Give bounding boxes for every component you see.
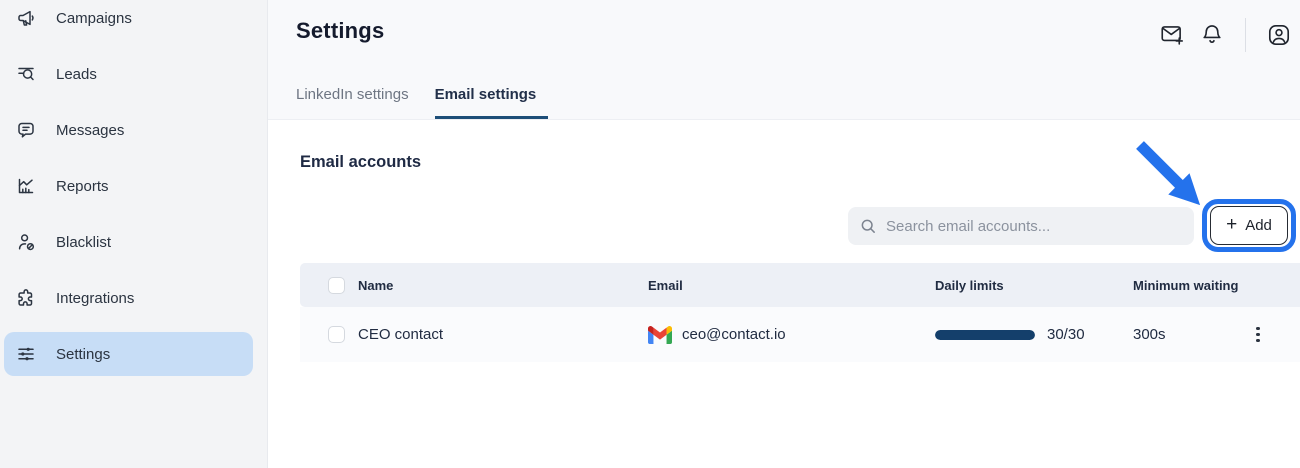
sidebar-item-messages[interactable]: Messages bbox=[4, 108, 253, 152]
notifications-bell-icon[interactable] bbox=[1199, 22, 1225, 48]
section-title: Email accounts bbox=[300, 153, 421, 172]
sidebar-item-reports[interactable]: Reports bbox=[4, 164, 253, 208]
table-header-row: Name Email Daily limits Minimum waiting bbox=[300, 263, 1300, 307]
search-input[interactable] bbox=[886, 218, 1182, 235]
sidebar-item-leads[interactable]: Leads bbox=[4, 52, 253, 96]
add-button-label: Add bbox=[1245, 217, 1272, 234]
search-box bbox=[848, 207, 1194, 245]
sidebar-item-label: Blacklist bbox=[56, 234, 111, 251]
gmail-icon bbox=[648, 326, 672, 344]
header-divider bbox=[1245, 18, 1246, 52]
email-accounts-table: Name Email Daily limits Minimum waiting … bbox=[300, 263, 1300, 362]
sidebar: Campaigns Leads Messages bbox=[0, 0, 268, 468]
sidebar-item-blacklist[interactable]: Blacklist bbox=[4, 220, 253, 264]
sidebar-item-settings[interactable]: Settings bbox=[4, 332, 253, 376]
add-email-account-button[interactable]: + Add bbox=[1210, 206, 1288, 245]
sidebar-item-integrations[interactable]: Integrations bbox=[4, 276, 253, 320]
leads-search-icon bbox=[16, 64, 36, 84]
row-menu-kebab-icon[interactable] bbox=[1249, 327, 1267, 342]
account-name: CEO contact bbox=[358, 326, 648, 343]
sliders-icon bbox=[16, 344, 36, 364]
table-row: CEO contact ceo@contact.io 30/30 300s bbox=[300, 307, 1300, 362]
sidebar-item-campaigns[interactable]: Campaigns bbox=[4, 0, 253, 40]
page-title: Settings bbox=[296, 18, 384, 44]
daily-limit-progress-fill bbox=[935, 330, 1035, 340]
daily-limit-value: 30/30 bbox=[1047, 326, 1085, 343]
reports-chart-icon bbox=[16, 176, 36, 196]
minimum-waiting-value: 300s bbox=[1133, 326, 1249, 343]
tab-email-settings[interactable]: Email settings bbox=[435, 86, 549, 119]
new-email-icon[interactable] bbox=[1159, 22, 1185, 48]
column-header-email: Email bbox=[648, 278, 935, 293]
sidebar-item-label: Integrations bbox=[56, 290, 134, 307]
puzzle-icon bbox=[16, 288, 36, 308]
sidebar-nav: Campaigns Leads Messages bbox=[0, 0, 267, 376]
page-header: Settings LinkedIn settings Email setting… bbox=[268, 0, 1300, 120]
profile-icon[interactable] bbox=[1266, 22, 1292, 48]
select-all-checkbox[interactable] bbox=[328, 277, 345, 294]
sidebar-item-label: Messages bbox=[56, 122, 124, 139]
settings-tabs: LinkedIn settings Email settings bbox=[296, 86, 548, 119]
message-bubble-icon bbox=[16, 120, 36, 140]
sidebar-item-label: Campaigns bbox=[56, 10, 132, 27]
tab-linkedin-settings[interactable]: LinkedIn settings bbox=[296, 86, 409, 119]
account-email: ceo@contact.io bbox=[682, 326, 786, 343]
search-icon bbox=[860, 218, 877, 235]
email-settings-panel: Email accounts + Add Name Email Daily li… bbox=[268, 121, 1300, 468]
plus-icon: + bbox=[1226, 215, 1237, 234]
header-actions bbox=[1159, 18, 1292, 52]
column-header-minimum-waiting: Minimum waiting bbox=[1133, 278, 1249, 293]
sidebar-item-label: Reports bbox=[56, 178, 109, 195]
sidebar-item-label: Leads bbox=[56, 66, 97, 83]
annotation-arrow bbox=[1126, 139, 1206, 209]
daily-limit-progress bbox=[935, 330, 1035, 340]
megaphone-icon bbox=[16, 8, 36, 28]
row-checkbox[interactable] bbox=[328, 326, 345, 343]
sidebar-item-label: Settings bbox=[56, 346, 110, 363]
column-header-daily-limits: Daily limits bbox=[935, 278, 1133, 293]
blocked-user-icon bbox=[16, 232, 36, 252]
column-header-name: Name bbox=[358, 278, 648, 293]
